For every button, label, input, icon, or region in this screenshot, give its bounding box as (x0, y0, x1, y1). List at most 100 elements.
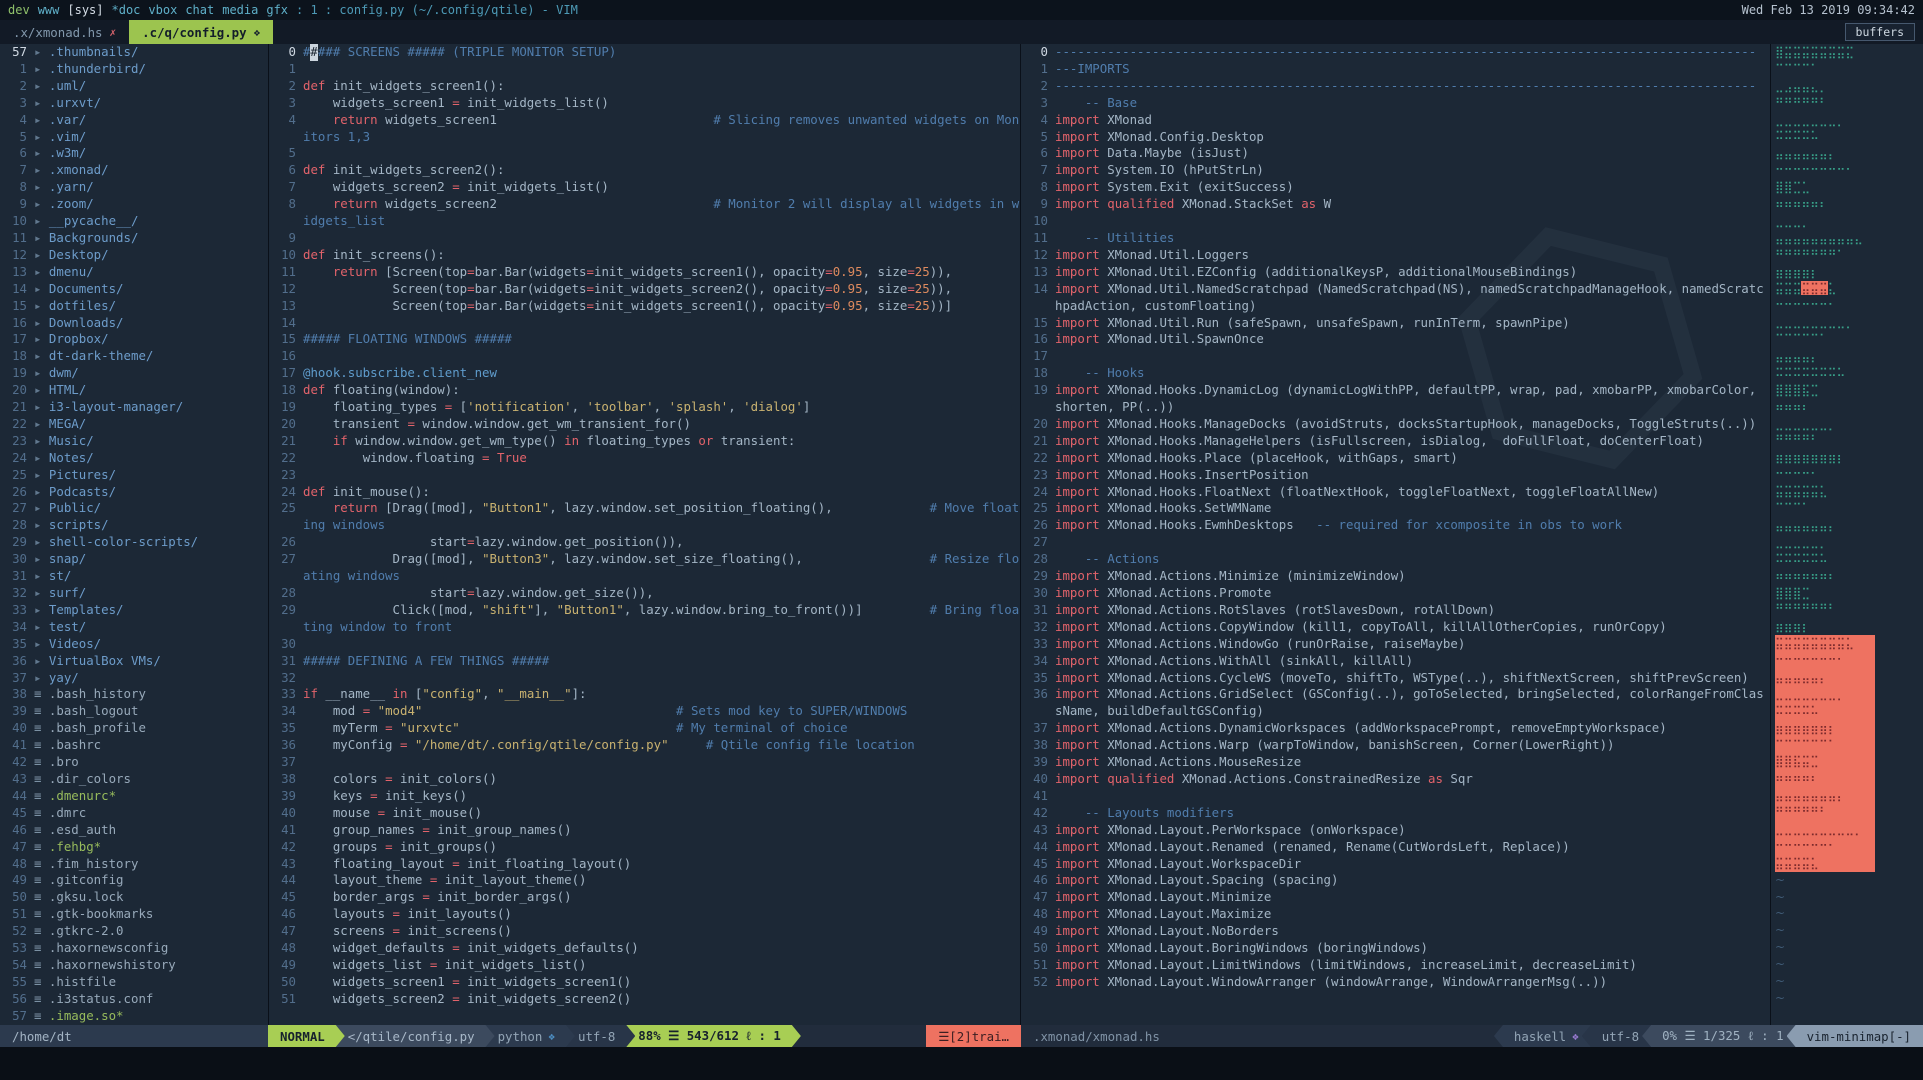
tree-dir-item[interactable]: 34▸ test/ (0, 619, 268, 636)
code-line[interactable]: 16import XMonad.Util.SpawnOnce (1021, 331, 1770, 348)
tree-file-item[interactable]: 40≡ .bash_profile (0, 720, 268, 737)
code-line[interactable]: 9 (269, 230, 1020, 247)
code-line[interactable]: 20 transient = window.window.get_wm_tran… (269, 416, 1020, 433)
code-line[interactable]: 46import XMonad.Layout.Spacing (spacing) (1021, 872, 1770, 889)
config-py-editor[interactable]: # 0##### SCREENS ##### (TRIPLE MONITOR S… (268, 44, 1020, 1025)
tree-file-item[interactable]: 43≡ .dir_colors (0, 771, 268, 788)
code-line[interactable]: 46 layouts = init_layouts() (269, 906, 1020, 923)
code-line[interactable]: 38import XMonad.Actions.Warp (warpToWind… (1021, 737, 1770, 754)
tree-dir-item[interactable]: 30▸ snap/ (0, 551, 268, 568)
code-line[interactable]: 45import XMonad.Layout.WorkspaceDir (1021, 856, 1770, 873)
code-line[interactable]: 44 layout_theme = init_layout_theme() (269, 872, 1020, 889)
code-line[interactable]: 37 (269, 754, 1020, 771)
code-line[interactable]: 0---------------------------------------… (1021, 44, 1770, 61)
code-line[interactable]: 45 border_args = init_border_args() (269, 889, 1020, 906)
tree-dir-item[interactable]: 20▸ HTML/ (0, 382, 268, 399)
code-line[interactable]: 37import XMonad.Actions.DynamicWorkspace… (1021, 720, 1770, 737)
code-line[interactable]: 33import XMonad.Actions.WindowGo (runOrR… (1021, 636, 1770, 653)
code-line[interactable]: 40import qualified XMonad.Actions.Constr… (1021, 771, 1770, 788)
code-line[interactable]: 42 groups = init_groups() (269, 839, 1020, 856)
tree-dir-item[interactable]: 4▸ .var/ (0, 112, 268, 129)
code-line[interactable]: 5 (269, 145, 1020, 162)
tree-dir-item[interactable]: 13▸ dmenu/ (0, 264, 268, 281)
code-line[interactable]: 27 Drag([mod], "Button3", lazy.window.se… (269, 551, 1020, 585)
code-line[interactable]: 13 Screen(top=bar.Bar(widgets=init_widge… (269, 298, 1020, 315)
code-line[interactable]: 41 group_names = init_group_names() (269, 822, 1020, 839)
tree-file-item[interactable]: 42≡ .bro (0, 754, 268, 771)
code-line[interactable]: 30import XMonad.Actions.Promote (1021, 585, 1770, 602)
code-line[interactable]: 35import XMonad.Actions.CycleWS (moveTo,… (1021, 670, 1770, 687)
code-line[interactable]: 17 (1021, 348, 1770, 365)
code-line[interactable]: 18def floating(window): (269, 382, 1020, 399)
code-line[interactable]: 12import XMonad.Util.Loggers (1021, 247, 1770, 264)
tree-file-item[interactable]: 38≡ .bash_history (0, 686, 268, 703)
tree-file-item[interactable]: 51≡ .gtk-bookmarks (0, 906, 268, 923)
code-line[interactable]: 7import System.IO (hPutStrLn) (1021, 162, 1770, 179)
tree-file-item[interactable]: 50≡ .gksu.lock (0, 889, 268, 906)
code-line[interactable]: 48import XMonad.Layout.Maximize (1021, 906, 1770, 923)
tree-dir-item[interactable]: 18▸ dt-dark-theme/ (0, 348, 268, 365)
code-line[interactable]: 43 floating_layout = init_floating_layou… (269, 856, 1020, 873)
code-line[interactable]: 39 keys = init_keys() (269, 788, 1020, 805)
tree-dir-item[interactable]: 27▸ Public/ (0, 500, 268, 517)
code-line[interactable]: 52import XMonad.Layout.WindowArranger (w… (1021, 974, 1770, 991)
code-line[interactable]: 11 -- Utilities (1021, 230, 1770, 247)
code-line[interactable]: 41 (1021, 788, 1770, 805)
code-line[interactable]: 30 (269, 636, 1020, 653)
code-line[interactable]: 48 widget_defaults = init_widgets_defaul… (269, 940, 1020, 957)
code-line[interactable]: 26 start=lazy.window.get_position()), (269, 534, 1020, 551)
tree-dir-item[interactable]: 8▸ .yarn/ (0, 179, 268, 196)
code-line[interactable]: 35 myTerm = "urxvtc" # My terminal of ch… (269, 720, 1020, 737)
code-line[interactable]: 32 (269, 670, 1020, 687)
tree-dir-item[interactable]: 33▸ Templates/ (0, 602, 268, 619)
tree-dir-item[interactable]: 57▸ .thumbnails/ (0, 44, 268, 61)
tree-dir-item[interactable]: 17▸ Dropbox/ (0, 331, 268, 348)
code-line[interactable]: 31import XMonad.Actions.RotSlaves (rotSl… (1021, 602, 1770, 619)
code-line[interactable]: 43import XMonad.Layout.PerWorkspace (onW… (1021, 822, 1770, 839)
code-line[interactable]: 29import XMonad.Actions.Minimize (minimi… (1021, 568, 1770, 585)
tree-dir-item[interactable]: 5▸ .vim/ (0, 129, 268, 146)
tree-dir-item[interactable]: 28▸ scripts/ (0, 517, 268, 534)
code-line[interactable]: 19import XMonad.Hooks.DynamicLog (dynami… (1021, 382, 1770, 416)
code-line[interactable]: 8 return widgets_screen2 # Monitor 2 wil… (269, 196, 1020, 230)
code-line[interactable]: 2---------------------------------------… (1021, 78, 1770, 95)
code-line[interactable]: 51 widgets_screen2 = init_widgets_screen… (269, 991, 1020, 1008)
code-line[interactable]: 36import XMonad.Actions.GridSelect (GSCo… (1021, 686, 1770, 720)
code-line[interactable]: 12 Screen(top=bar.Bar(widgets=init_widge… (269, 281, 1020, 298)
code-line[interactable]: 15import XMonad.Util.Run (safeSpawn, uns… (1021, 315, 1770, 332)
tree-dir-item[interactable]: 6▸ .w3m/ (0, 145, 268, 162)
code-line[interactable]: 20import XMonad.Hooks.ManageDocks (avoid… (1021, 416, 1770, 433)
code-line[interactable]: 32import XMonad.Actions.CopyWindow (kill… (1021, 619, 1770, 636)
tree-dir-item[interactable]: 22▸ MEGA/ (0, 416, 268, 433)
code-line[interactable]: 34 mod = "mod4" # Sets mod key to SUPER/… (269, 703, 1020, 720)
code-line[interactable]: 28 start=lazy.window.get_size()), (269, 585, 1020, 602)
tree-file-item[interactable]: 48≡ .fim_history (0, 856, 268, 873)
code-line[interactable]: 14import XMonad.Util.NamedScratchpad (Na… (1021, 281, 1770, 315)
code-line[interactable]: 44import XMonad.Layout.Renamed (renamed,… (1021, 839, 1770, 856)
tree-dir-item[interactable]: 23▸ Music/ (0, 433, 268, 450)
code-line[interactable]: 38 colors = init_colors() (269, 771, 1020, 788)
code-line[interactable]: 39import XMonad.Actions.MouseResize (1021, 754, 1770, 771)
tree-dir-item[interactable]: 12▸ Desktop/ (0, 247, 268, 264)
code-line[interactable]: 21import XMonad.Hooks.ManageHelpers (isF… (1021, 433, 1770, 450)
tab--c-q-config-py[interactable]: .c/q/config.py❖ (129, 20, 273, 44)
code-line[interactable]: 17@hook.subscribe.client_new (269, 365, 1020, 382)
code-line[interactable]: 5import XMonad.Config.Desktop (1021, 129, 1770, 146)
tree-file-item[interactable]: 41≡ .bashrc (0, 737, 268, 754)
tree-dir-item[interactable]: 11▸ Backgrounds/ (0, 230, 268, 247)
tree-file-item[interactable]: 45≡ .dmrc (0, 805, 268, 822)
code-line[interactable]: 16 (269, 348, 1020, 365)
code-line[interactable]: 4import XMonad (1021, 112, 1770, 129)
tree-dir-item[interactable]: 36▸ VirtualBox VMs/ (0, 653, 268, 670)
code-line[interactable]: 6def init_widgets_screen2(): (269, 162, 1020, 179)
code-line[interactable]: 22import XMonad.Hooks.Place (placeHook, … (1021, 450, 1770, 467)
tree-dir-item[interactable]: 1▸ .thunderbird/ (0, 61, 268, 78)
code-line[interactable]: 26import XMonad.Hooks.EwmhDesktops -- re… (1021, 517, 1770, 534)
code-line[interactable]: 8import System.Exit (exitSuccess) (1021, 179, 1770, 196)
code-line[interactable]: 31##### DEFINING A FEW THINGS ##### (269, 653, 1020, 670)
tree-file-item[interactable]: 57≡ .image.so* (0, 1008, 268, 1025)
code-line[interactable]: 50import XMonad.Layout.BoringWindows (bo… (1021, 940, 1770, 957)
code-line[interactable]: 0##### SCREENS ##### (TRIPLE MONITOR SET… (269, 44, 1020, 61)
tree-dir-item[interactable]: 14▸ Documents/ (0, 281, 268, 298)
code-line[interactable]: 1---IMPORTS (1021, 61, 1770, 78)
